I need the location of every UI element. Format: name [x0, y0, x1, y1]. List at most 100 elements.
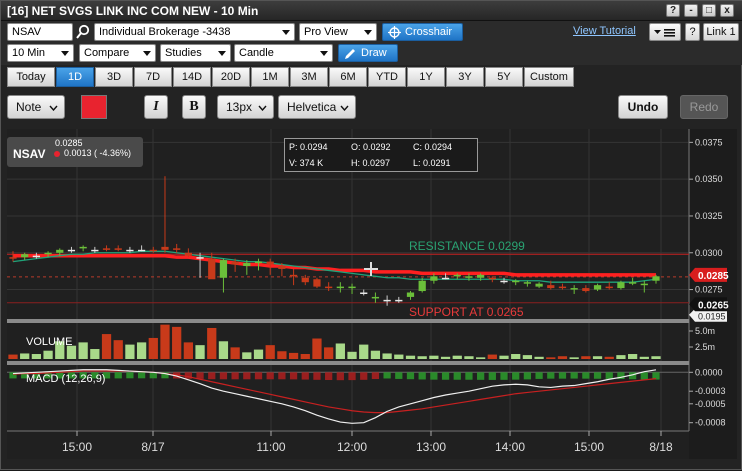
candle-body	[512, 280, 520, 283]
macd-histogram-bar	[149, 372, 157, 379]
macd-histogram-bar	[371, 372, 380, 380]
ohlc-h: H: 0.0297	[351, 158, 391, 168]
macd-histogram-bar	[512, 372, 520, 380]
legend-change: 0.0013 ( -4.36%)	[64, 148, 132, 158]
macd-histogram-bar	[395, 372, 403, 379]
candle-body	[582, 288, 590, 292]
candle-body	[371, 296, 380, 299]
volume-bar	[370, 350, 381, 359]
volume-bar	[546, 357, 556, 359]
candle-body	[465, 276, 473, 278]
price-flag-hidden-label: 0.0195	[698, 312, 726, 322]
volume-bar	[172, 326, 182, 359]
candle-body	[243, 263, 251, 267]
candle-body	[628, 282, 637, 284]
candle-body	[605, 286, 613, 289]
volume-bar	[394, 354, 404, 359]
macd-histogram-bar	[313, 372, 321, 380]
volume-bar	[8, 354, 18, 359]
resistance-annotation: RESISTANCE 0.0299	[409, 239, 525, 253]
macd-axis-label: -0.0008	[695, 418, 726, 428]
macd-histogram-bar	[523, 372, 532, 380]
macd-histogram-bar	[383, 372, 391, 379]
macd-histogram-bar	[453, 372, 461, 380]
candle-body	[336, 286, 344, 289]
time-axis-label: 12:00	[337, 440, 367, 454]
chart-window: [16] NET SVGS LINK INC COM NEW - 10 Min …	[0, 0, 742, 470]
time-axis-label: 15:00	[62, 440, 92, 454]
volume-bar	[300, 354, 310, 359]
candle-body	[91, 249, 99, 252]
macd-histogram-bar	[219, 372, 228, 380]
candle-body	[219, 260, 228, 278]
candle-body	[289, 274, 298, 277]
volume-bar	[359, 344, 369, 359]
panel-separator	[7, 361, 689, 365]
ohlc-l: L: 0.0291	[413, 158, 451, 168]
volume-bar	[511, 354, 521, 359]
volume-bar	[136, 342, 147, 359]
macd-histogram-bar	[500, 372, 508, 380]
candle-body	[488, 277, 496, 280]
volume-bar	[440, 356, 451, 359]
support-annotation: SUPPORT AT 0.0265	[409, 305, 524, 319]
candle-body	[558, 286, 567, 289]
candle-body	[32, 255, 41, 258]
candle-body	[418, 280, 426, 292]
macd-histogram-bar	[582, 372, 590, 379]
macd-histogram-bar	[605, 372, 613, 379]
candle-body	[137, 249, 146, 252]
macd-histogram-bar	[254, 372, 263, 380]
volume-bar	[31, 354, 42, 359]
legend-symbol: NSAV	[13, 147, 46, 161]
macd-histogram-bar	[547, 372, 555, 379]
candle-body	[441, 277, 450, 280]
macd-histogram-bar	[477, 372, 485, 380]
ohlc-tooltip: P: 0.0294 O: 0.0292 C: 0.0294 V: 374 K H…	[284, 138, 478, 172]
volume-bar	[125, 344, 135, 359]
candle-body	[406, 292, 415, 297]
candle-body	[617, 282, 625, 289]
macd-histogram-bar	[406, 372, 415, 380]
volume-bar	[113, 340, 123, 359]
candle-body	[313, 279, 321, 287]
ohlc-v: V: 374 K	[289, 158, 324, 168]
ohlc-c: C: 0.0294	[413, 142, 453, 152]
candle-body	[500, 280, 508, 283]
candle-body	[395, 299, 403, 302]
macd-histogram-bar	[336, 372, 344, 381]
candle-body	[266, 261, 274, 265]
macd-histogram-bar	[196, 372, 204, 379]
candle-body	[184, 252, 192, 256]
volume-bar	[592, 356, 603, 359]
chart-background	[7, 129, 737, 459]
volume-bar	[312, 338, 322, 359]
price-axis-label: 0.0325	[695, 211, 723, 221]
volume-bar	[487, 354, 497, 359]
candle-body	[231, 261, 239, 265]
volume-bar	[651, 356, 661, 359]
volume-bar	[476, 357, 486, 359]
candle-body	[102, 248, 111, 250]
volume-bar	[230, 347, 240, 359]
price-chart[interactable]: 0.0375 0.0350 0.0325 0.0300 0.0275 RESISTANCE…	[1, 1, 742, 471]
volume-bar	[429, 355, 439, 359]
candle-body	[208, 258, 216, 280]
volume-bar	[557, 356, 568, 359]
macd-histogram-bar	[301, 372, 309, 380]
macd-histogram-bar	[243, 372, 251, 380]
candle-body	[570, 288, 578, 290]
macd-histogram-bar	[430, 372, 438, 380]
panel-separator	[7, 319, 689, 323]
time-axis-label: 15:00	[574, 440, 604, 454]
price-flag-last-label: 0.0285	[698, 271, 729, 282]
candle-body	[254, 261, 263, 264]
volume-bar	[639, 356, 649, 359]
candle-body	[114, 248, 122, 250]
volume-bar	[78, 342, 88, 359]
price-axis-label: 0.0275	[695, 285, 723, 295]
volume-bar	[277, 351, 287, 359]
price-flag-support-label: 0.0265	[698, 300, 729, 311]
candle-body	[325, 286, 333, 289]
macd-histogram-bar	[126, 372, 134, 379]
